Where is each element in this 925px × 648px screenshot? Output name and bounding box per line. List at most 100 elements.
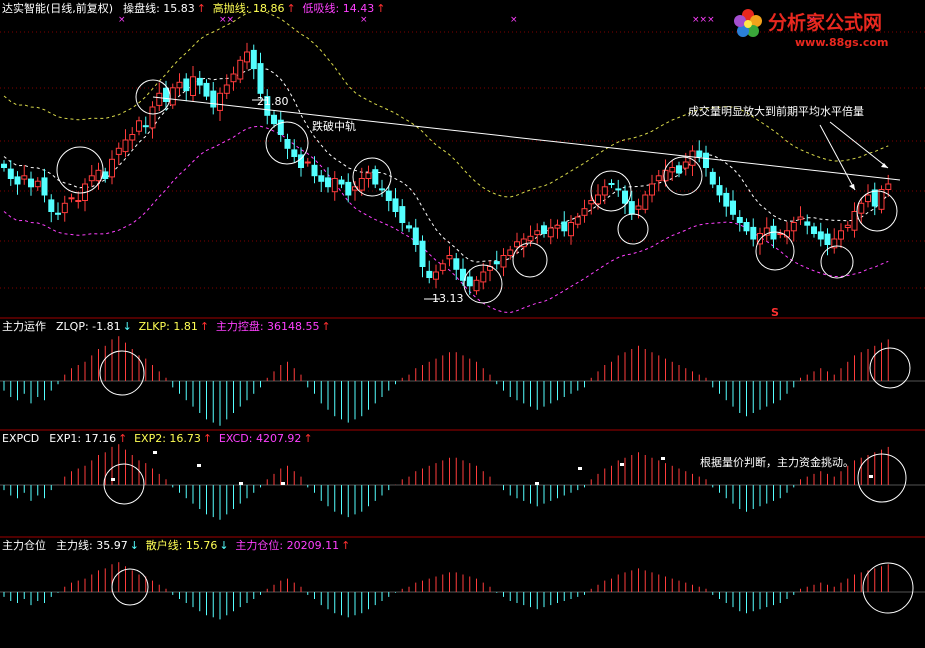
candle-body xyxy=(55,212,61,215)
candle-body xyxy=(858,202,865,214)
candle-body xyxy=(851,211,858,231)
x-mark: × xyxy=(360,15,368,25)
candle-body xyxy=(250,49,257,70)
candle-body xyxy=(628,201,635,215)
header-item: 主力运作 xyxy=(2,320,46,333)
header-item: 主力仓位: 20209.11 xyxy=(235,538,339,552)
candle-body xyxy=(824,233,831,246)
signal-dot xyxy=(153,451,157,454)
candle-body xyxy=(338,179,345,185)
candle-body xyxy=(129,134,136,141)
candle-body xyxy=(109,158,115,178)
candle-body xyxy=(271,114,277,125)
arrow-down-icon: ↓ xyxy=(219,539,228,552)
candle-body xyxy=(682,161,689,169)
candle-body xyxy=(372,169,379,185)
header-item: 低吸线: 14.43 xyxy=(303,1,375,15)
candle-body xyxy=(190,76,196,97)
candle-body xyxy=(622,190,628,204)
arrow-down-icon: ↓ xyxy=(123,320,132,333)
signal-dot xyxy=(578,467,582,470)
candle-body xyxy=(14,176,21,185)
sell-signal: S xyxy=(771,306,779,319)
candle-body xyxy=(514,241,520,248)
candle-body xyxy=(122,139,129,153)
candle-body xyxy=(34,180,41,188)
candle-body xyxy=(115,147,122,155)
candle-body xyxy=(534,230,541,236)
candle-body xyxy=(399,206,406,224)
candle-body xyxy=(21,175,28,180)
candle-body xyxy=(811,226,817,234)
candle-body xyxy=(588,200,595,205)
candle-body xyxy=(433,271,439,280)
high-price-label: 21.80 xyxy=(257,95,289,108)
header-item: EXP1: 17.16 xyxy=(49,432,116,445)
header-item: 主力线: 35.97 xyxy=(56,538,128,552)
signal-dot xyxy=(869,475,873,478)
candle-body xyxy=(453,258,460,270)
candle-body xyxy=(473,279,480,292)
candle-body xyxy=(581,208,588,216)
candle-body xyxy=(426,270,433,278)
logo-url: www.88gs.com xyxy=(795,36,888,49)
candle-body xyxy=(676,165,682,174)
candle-body xyxy=(790,222,797,232)
candle-body xyxy=(102,171,109,179)
candle-body xyxy=(554,224,561,229)
candle-body xyxy=(723,192,730,207)
candle-body xyxy=(257,63,264,94)
candle-body xyxy=(500,255,507,268)
candle-body xyxy=(176,81,183,89)
candle-body xyxy=(345,181,352,196)
candle-body xyxy=(244,51,250,63)
candle-body xyxy=(61,202,68,214)
candle-body xyxy=(446,255,453,260)
candle-body xyxy=(379,188,385,191)
candle-body xyxy=(1,163,7,168)
candle-body xyxy=(291,149,298,157)
candle-body xyxy=(568,222,574,237)
x-mark: × xyxy=(118,15,126,25)
break-mid-label: 跌破中轨 xyxy=(312,119,356,133)
logo-name: 分析家公式网 xyxy=(768,11,882,34)
candle-body xyxy=(304,161,311,164)
arrow-up-icon: ↑ xyxy=(118,432,127,445)
header-item: 高抛线: 18.86 xyxy=(213,1,285,15)
candle-body xyxy=(696,150,703,157)
candle-body xyxy=(385,190,392,202)
candle-body xyxy=(547,227,554,238)
header-item: 达实智能(日线,前复权) xyxy=(2,1,113,15)
candle-body xyxy=(48,199,55,212)
header-item: EXCD: 4207.92 xyxy=(219,432,302,445)
candle-body xyxy=(95,169,102,182)
stock-chart[interactable]: × ×× × × ××× × 达实智能(日线,前复权) 操盘线: 15.83 ↑ 高抛线: 18… xyxy=(0,0,925,648)
candle-body xyxy=(169,87,176,106)
expcd-note: 根据量价判断，主力资金挑动。 xyxy=(700,455,854,469)
candle-body xyxy=(507,249,514,256)
candle-body xyxy=(885,183,892,190)
header-item: EXP2: 16.73 xyxy=(134,432,201,445)
candle-body xyxy=(804,221,811,226)
low-price-label: 13.13 xyxy=(432,292,464,305)
arrow-up-icon: ↑ xyxy=(287,2,296,15)
candle-body xyxy=(743,222,750,232)
candle-body xyxy=(325,177,331,188)
candle-body xyxy=(865,194,871,203)
candle-body xyxy=(392,198,399,212)
candle-body xyxy=(412,227,419,245)
arrow-up-icon: ↑ xyxy=(200,320,209,333)
candle-body xyxy=(520,238,527,248)
signal-dot xyxy=(111,478,115,481)
signal-dot xyxy=(661,457,665,460)
candle-body xyxy=(561,221,568,232)
candle-body xyxy=(750,226,757,240)
arrow-up-icon: ↑ xyxy=(303,432,312,445)
candle-body xyxy=(41,177,48,196)
header-item: 主力控盘: 36148.55 xyxy=(216,319,320,333)
candle-body xyxy=(709,171,716,185)
arrow-up-icon: ↑ xyxy=(376,2,385,15)
signal-dot xyxy=(535,482,539,485)
arrow-up-icon: ↑ xyxy=(322,320,331,333)
candle-body xyxy=(156,92,163,106)
